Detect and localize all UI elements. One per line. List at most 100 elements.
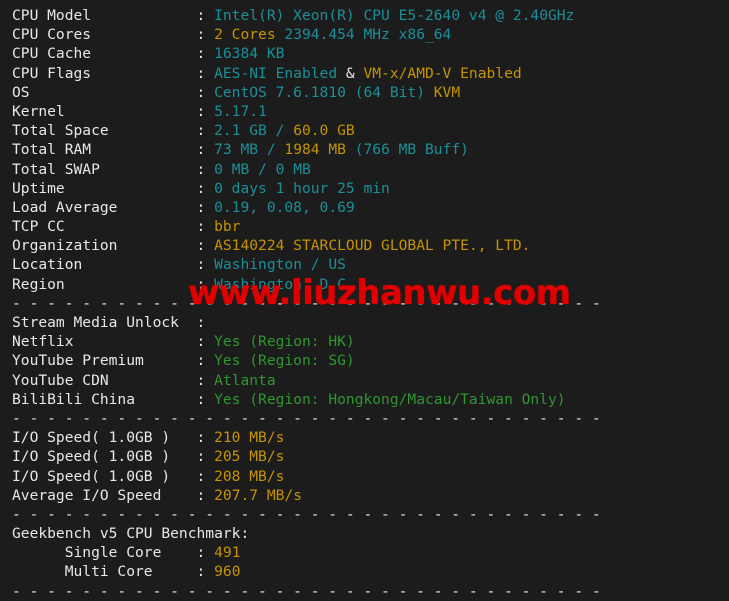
row-colon-uptime: : xyxy=(196,179,206,197)
row-colon-cpu-flags: : xyxy=(196,64,206,82)
row-colon-cpu-model: : xyxy=(196,7,206,24)
row-gap-2 xyxy=(205,65,214,82)
separator-rule: - - - - - - - - - - - - - - - - - - - - … xyxy=(0,409,729,428)
info-row-bilibili-china: BiliBili China : Yes (Region: Hongkong/M… xyxy=(0,390,729,409)
row-gap xyxy=(91,65,196,82)
row-label-youtube-cdn: YouTube CDN xyxy=(12,371,109,389)
row-gap xyxy=(65,276,197,293)
row-colon-organization: : xyxy=(196,237,206,255)
row-label-os: OS xyxy=(12,83,30,101)
row-value-organization: AS140224 STARCLOUD GLOBAL PTE., LTD. xyxy=(214,237,531,255)
row-gap-2 xyxy=(205,563,214,580)
row-gap xyxy=(109,372,197,389)
row-value-youtube-cdn: Atlanta xyxy=(214,371,276,389)
row-gap-2 xyxy=(205,103,214,120)
row-gap-2 xyxy=(205,372,214,389)
row-label-organization: Organization xyxy=(12,237,118,255)
separator-dashes: - - - - - - - - - - - - - - - - - - - - … xyxy=(12,505,610,523)
row-gap-2 xyxy=(205,237,214,254)
row-colon-io-speed-2: : xyxy=(196,448,206,466)
row-gap-2 xyxy=(205,84,214,101)
row-gap-2 xyxy=(205,352,214,369)
row-value-total-ram-0: 73 MB / xyxy=(214,141,285,159)
row-gap xyxy=(100,161,197,178)
row-value-cpu-cores-0: 2 Cores xyxy=(214,26,276,44)
info-row-uptime: Uptime : 0 days 1 hour 25 min xyxy=(0,179,729,198)
row-gap xyxy=(144,352,197,369)
row-value-total-ram-2: (766 MB Buff) xyxy=(345,141,469,159)
row-colon-single-core: : xyxy=(196,544,206,562)
row-gap-2 xyxy=(205,26,214,43)
row-value-cpu-model: Intel(R) Xeon(R) CPU E5-2640 v4 @ 2.40GH… xyxy=(214,7,575,24)
row-value-total-space-0: 2.1 GB / xyxy=(214,122,294,140)
row-colon-stream-media-unlock: : xyxy=(196,314,206,331)
row-colon-kernel: : xyxy=(196,102,206,120)
row-label-io-speed-2: I/O Speed( 1.0GB ) xyxy=(12,448,171,466)
info-row-tcp-cc: TCP CC : bbr xyxy=(0,217,729,236)
info-row-total-space: Total Space : 2.1 GB / 60.0 GB xyxy=(0,121,729,140)
info-row-stream-media-unlock: Stream Media Unlock : xyxy=(0,313,729,332)
row-label-location: Location xyxy=(12,256,83,274)
info-row-multi-core: Multi Core : 960 xyxy=(0,562,729,581)
row-label-total-space: Total Space xyxy=(12,122,109,140)
info-row-cpu-cache: CPU Cache : 16384 KB xyxy=(0,44,729,63)
row-value-os-0: CentOS 7.6.1810 (64 Bit) xyxy=(214,83,434,101)
row-gap xyxy=(161,487,196,504)
row-colon-io-speed-1: : xyxy=(196,429,206,447)
row-label-multi-core: Multi Core xyxy=(12,563,153,581)
row-gap-2 xyxy=(205,429,214,446)
row-colon-total-swap: : xyxy=(196,160,206,178)
info-row-cpu-model: CPU Model : Intel(R) Xeon(R) CPU E5-2640… xyxy=(0,6,729,25)
row-gap-2 xyxy=(205,468,214,485)
row-gap xyxy=(161,544,196,561)
row-value-location: Washington / US xyxy=(214,256,346,274)
row-gap xyxy=(179,314,197,331)
row-gap-2 xyxy=(205,7,214,24)
row-label-cpu-model: CPU Model xyxy=(12,7,92,24)
row-gap xyxy=(91,26,196,43)
row-value-io-speed-3: 208 MB/s xyxy=(214,467,285,485)
row-gap-2 xyxy=(205,141,214,158)
row-value-single-core: 491 xyxy=(214,544,241,562)
row-gap xyxy=(65,103,197,120)
row-colon-total-ram: : xyxy=(196,141,206,159)
row-value-youtube-premium: Yes (Region: SG) xyxy=(214,352,355,370)
row-label-load-average: Load Average xyxy=(12,198,118,216)
row-colon-location: : xyxy=(196,256,206,274)
row-value-cpu-cores-1: 2394.454 MHz x86_64 xyxy=(275,26,452,44)
row-value-cpu-flags-1: & xyxy=(337,64,364,82)
row-value-os-1: KVM xyxy=(433,83,461,101)
info-row-youtube-premium: YouTube Premium : Yes (Region: SG) xyxy=(0,351,729,370)
row-gap-2 xyxy=(205,448,214,465)
watermark-overlay: www.liuzhanwu.com xyxy=(188,273,571,313)
row-gap-2 xyxy=(205,333,214,350)
row-colon-os: : xyxy=(196,83,206,101)
row-gap xyxy=(91,45,196,62)
row-gap xyxy=(117,199,196,216)
row-gap xyxy=(91,7,196,24)
row-label-total-ram: Total RAM xyxy=(12,141,92,159)
row-gap xyxy=(135,391,197,408)
row-value-uptime: 0 days 1 hour 25 min xyxy=(214,179,390,197)
row-label-bilibili-china: BiliBili China xyxy=(12,390,136,408)
row-gap xyxy=(170,448,196,465)
row-gap xyxy=(82,256,196,273)
separator-rule: - - - - - - - - - - - - - - - - - - - - … xyxy=(0,582,729,601)
info-row-average-io-speed: Average I/O Speed : 207.7 MB/s xyxy=(0,486,729,505)
info-row-os: OS : CentOS 7.6.1810 (64 Bit) KVM xyxy=(0,83,729,102)
row-gap xyxy=(109,122,197,139)
row-value-cpu-flags-0: AES-NI Enabled xyxy=(214,64,338,82)
row-colon-cpu-cache: : xyxy=(196,45,206,63)
info-row-io-speed-2: I/O Speed( 1.0GB ) : 205 MB/s xyxy=(0,447,729,466)
row-colon-total-space: : xyxy=(196,122,206,140)
row-label-cpu-cores: CPU Cores xyxy=(12,26,92,44)
info-row-geekbench-heading: Geekbench v5 CPU Benchmark: xyxy=(0,524,729,543)
row-label-io-speed-1: I/O Speed( 1.0GB ) xyxy=(12,429,171,447)
row-value-cpu-flags-2: VM-x/AMD-V Enabled xyxy=(363,64,522,82)
row-gap xyxy=(65,218,197,235)
info-row-io-speed-1: I/O Speed( 1.0GB ) : 210 MB/s xyxy=(0,428,729,447)
row-gap-2 xyxy=(205,544,214,561)
row-label-cpu-flags: CPU Flags xyxy=(12,64,92,82)
row-gap xyxy=(65,180,197,197)
row-label-cpu-cache: CPU Cache xyxy=(12,45,92,63)
